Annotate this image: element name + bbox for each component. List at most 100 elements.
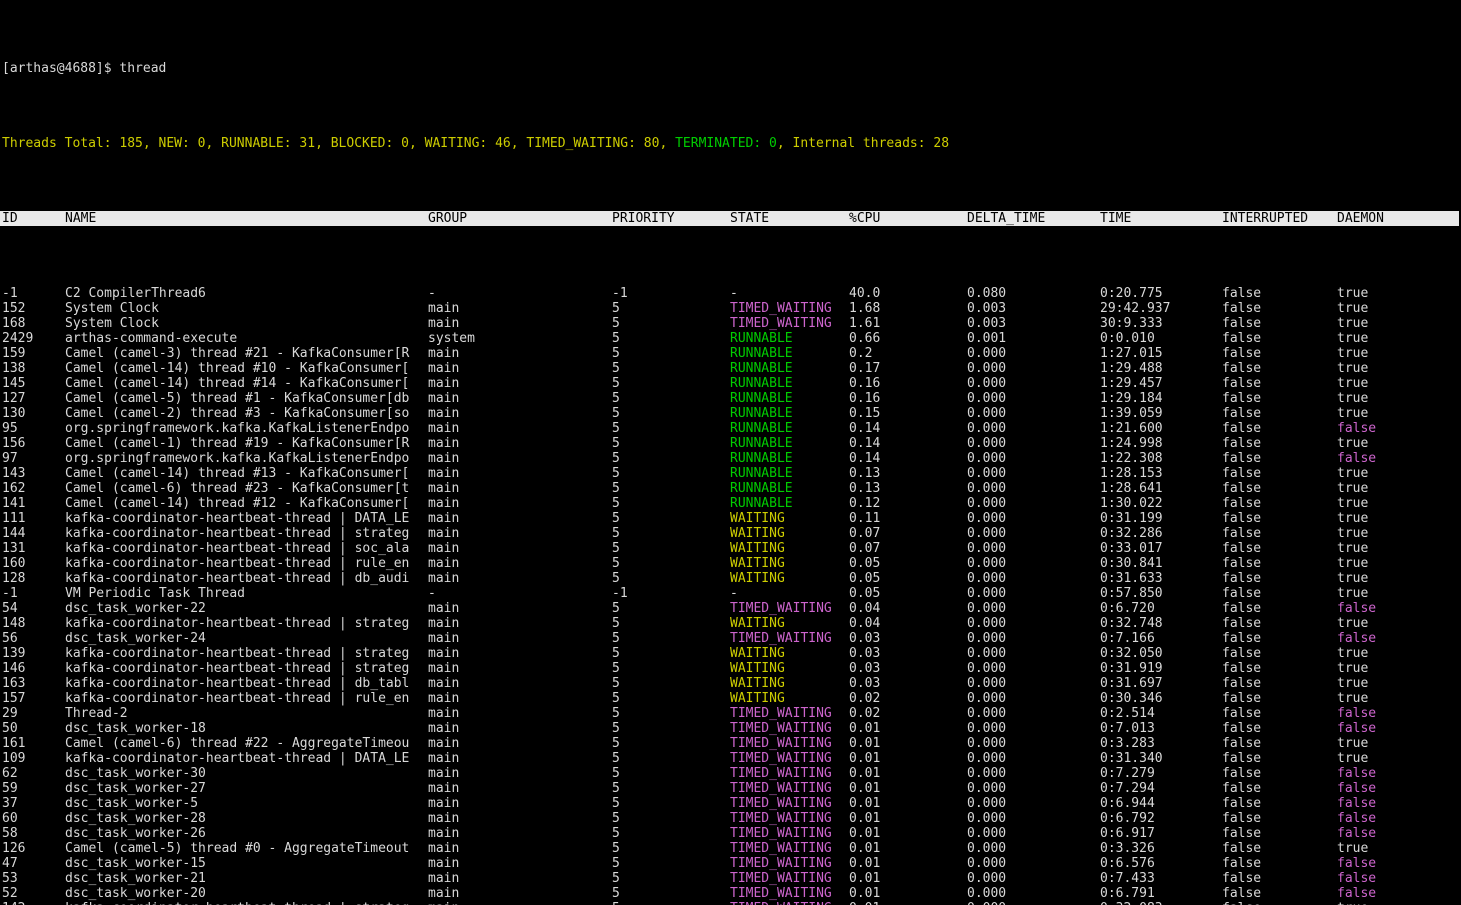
cell-group: main [428,466,460,481]
cell-time: 0:3.326 [1100,841,1155,856]
cell-state: RUNNABLE [730,361,793,376]
cell-id: 146 [2,661,26,676]
cell-time: 0:7.433 [1100,871,1155,886]
cell-priority: 5 [612,571,620,586]
cell-priority: 5 [612,811,620,826]
cell-id: 145 [2,376,26,391]
arthas-terminal[interactable]: [arthas@4688]$ thread Threads Total: 185… [0,0,1461,905]
cell-delta-time: 0.000 [967,541,1007,556]
cell-name: dsc_task_worker-27 [65,781,206,796]
cell-group: main [428,436,460,451]
cell-state: TIMED_WAITING [730,901,849,905]
cell-priority: 5 [612,451,620,466]
cell-delta-time: 0.000 [967,781,1007,796]
cell-name: C2 CompilerThread6 [65,286,206,301]
cell-daemon: false [1337,601,1377,616]
cell-group: main [428,901,612,905]
table-row: 138 Camel (camel-14) thread #10 - KafkaC… [0,361,1461,376]
cell-state: TIMED_WAITING [730,631,832,646]
cell-daemon: true [1337,556,1369,571]
cell-cpu: 0.01 [849,856,881,871]
cell-name: dsc_task_worker-18 [65,721,206,736]
cell-interrupted: false [1222,691,1262,706]
cell-state: TIMED_WAITING [730,886,832,901]
cell-daemon: false [1337,721,1377,736]
cell-time: 0:30.841 [1100,556,1163,571]
cell-time: 1:28.153 [1100,466,1163,481]
cell-daemon: false [1337,706,1377,721]
column-header-delta-time: DELTA_TIME [967,211,1046,226]
table-row: 143 Camel (camel-14) thread #13 - KafkaC… [0,466,1461,481]
cell-delta-time: 0.000 [967,706,1007,721]
cell-time: 0:32.083 [1100,901,1222,905]
column-header-time: TIME [1100,211,1132,226]
cell-daemon: true [1337,316,1369,331]
cell-delta-time: 0.000 [967,901,1100,905]
cell-delta-time: 0.000 [967,376,1007,391]
cell-state: TIMED_WAITING [730,721,832,736]
cell-interrupted: false [1222,466,1262,481]
cell-time: 1:29.488 [1100,361,1163,376]
cell-group: main [428,541,460,556]
cell-delta-time: 0.000 [967,496,1007,511]
cell-priority: 5 [612,541,620,556]
cell-group: main [428,886,460,901]
cell-cpu: 0.14 [849,421,881,436]
cell-time: 1:29.457 [1100,376,1163,391]
cell-name: dsc_task_worker-28 [65,811,206,826]
cell-delta-time: 0.003 [967,301,1007,316]
cell-state: TIMED_WAITING [730,811,832,826]
cell-group: main [428,361,460,376]
cell-name: kafka-coordinator-heartbeat-thread | rul… [65,556,410,571]
shell-prompt: [arthas@4688]$ [2,61,120,76]
cell-priority: 5 [612,376,620,391]
cell-id: -1 [2,286,18,301]
cell-name: System Clock [65,316,159,331]
cell-time: 0:31.340 [1100,751,1163,766]
cell-group: - [428,286,436,301]
cell-name: org.springframework.kafka.KafkaListenerE… [65,421,410,436]
cell-interrupted: false [1222,481,1262,496]
cell-time: 0:33.017 [1100,541,1163,556]
cell-daemon: true [1337,901,1461,905]
cell-name: Thread-2 [65,706,128,721]
cell-interrupted: false [1222,406,1262,421]
cell-interrupted: false [1222,811,1262,826]
cell-cpu: 0.11 [849,511,881,526]
cell-state: RUNNABLE [730,481,793,496]
cell-time: 0:6.944 [1100,796,1155,811]
cell-id: 160 [2,556,26,571]
cell-group: main [428,451,460,466]
cell-id: 162 [2,481,26,496]
cell-priority: 5 [612,676,620,691]
table-row: 159 Camel (camel-3) thread #21 - KafkaCo… [0,346,1461,361]
cell-time: 0:7.294 [1100,781,1155,796]
cell-daemon: true [1337,376,1369,391]
cell-interrupted: false [1222,286,1262,301]
cell-interrupted: false [1222,526,1262,541]
cell-time: 1:24.998 [1100,436,1163,451]
cell-time: 0:7.166 [1100,631,1155,646]
cell-time: 0:0.010 [1100,331,1155,346]
cell-group: main [428,736,460,751]
cell-name: kafka-coordinator-heartbeat-thread | DAT… [65,511,410,526]
table-row: 50 dsc_task_worker-18 main 5 TIMED_WAITI… [0,721,1461,736]
cell-delta-time: 0.000 [967,631,1007,646]
cell-interrupted: false [1222,781,1262,796]
table-row: 37 dsc_task_worker-5 main 5 TIMED_WAITIN… [0,796,1461,811]
cell-cpu: 0.14 [849,436,881,451]
cell-priority: 5 [612,361,620,376]
cell-name: Camel (camel-14) thread #13 - KafkaConsu… [65,466,410,481]
cell-name: Camel (camel-5) thread #1 - KafkaConsume… [65,391,410,406]
cell-delta-time: 0.000 [967,391,1007,406]
cell-daemon: true [1337,841,1369,856]
cell-id: 60 [2,811,18,826]
cell-priority: 5 [612,421,620,436]
cell-daemon: true [1337,571,1369,586]
cell-delta-time: 0.000 [967,451,1007,466]
cell-delta-time: 0.000 [967,616,1007,631]
cell-delta-time: 0.000 [967,586,1007,601]
cell-time: 0:7.279 [1100,766,1155,781]
cell-cpu: 0.01 [849,886,881,901]
cell-priority: 5 [612,631,620,646]
